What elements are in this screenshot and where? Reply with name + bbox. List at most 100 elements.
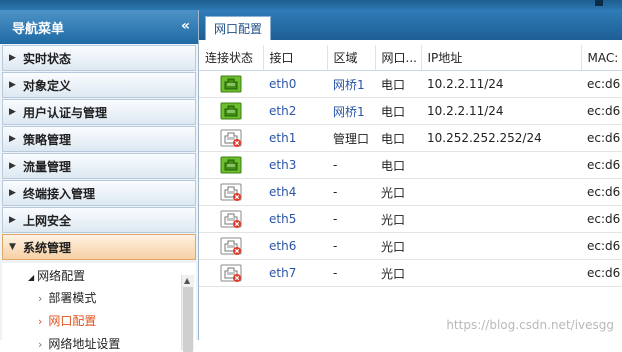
- status-cell: [199, 151, 263, 179]
- sidebar-scrollbar[interactable]: ▲: [181, 275, 194, 352]
- table-row[interactable]: eth5- 光口 ec:d6: [199, 205, 622, 233]
- sidebar-item-2[interactable]: ▶ 用户认证与管理: [2, 99, 196, 125]
- table-body: eth0 网桥1 电口 10.2.2.11/24 ec:d6 eth2 网桥1 电口 10.2.…: [199, 70, 622, 287]
- interface-link[interactable]: eth0: [263, 70, 327, 98]
- interface-link[interactable]: eth4: [263, 178, 327, 206]
- port-type-cell: 光口: [375, 232, 421, 260]
- ip-address-cell: [421, 205, 581, 233]
- main-panel: 网口配置 连接状态 接口 区域 网口... IP地址 MAC: eth0 网桥1 电口 10.2…: [199, 10, 622, 340]
- chevron-right-icon: ▶: [9, 215, 16, 225]
- sidebar-item-7[interactable]: ▼ 系统管理: [2, 234, 196, 260]
- submenu-item-2[interactable]: › 网络地址设置: [38, 335, 120, 352]
- interface-link[interactable]: eth7: [263, 259, 327, 287]
- chevron-right-icon: ▶: [9, 134, 16, 144]
- tab-port-config[interactable]: 网口配置: [205, 16, 272, 40]
- port-type-cell: 光口: [375, 178, 421, 206]
- sidebar-item-label: 对象定义: [23, 78, 72, 93]
- column-header-3[interactable]: 网口...: [375, 45, 422, 71]
- sidebar-item-5[interactable]: ▶ 终端接入管理: [2, 180, 196, 206]
- submenu-parent-label: 网络配置: [37, 269, 86, 283]
- zone-cell: -: [327, 178, 375, 206]
- chevron-right-icon: ›: [38, 315, 43, 328]
- ip-address-cell: [421, 259, 581, 287]
- status-cell: [199, 232, 263, 260]
- submenu: ◢ 网络配置 › 部署模式 › 网口配置 › 网络地址设置: [2, 263, 196, 351]
- status-cell: [199, 178, 263, 206]
- sidebar-item-6[interactable]: ▶ 上网安全: [2, 207, 196, 233]
- interface-link[interactable]: eth3: [263, 151, 327, 179]
- sidebar-item-1[interactable]: ▶ 对象定义: [2, 72, 196, 98]
- interface-link[interactable]: eth2: [263, 97, 327, 125]
- sidebar-item-4[interactable]: ▶ 流量管理: [2, 153, 196, 179]
- sidebar-item-label: 用户认证与管理: [23, 105, 108, 120]
- chevron-right-icon: ▶: [9, 107, 16, 117]
- sidebar-item-0[interactable]: ▶ 实时状态: [2, 45, 196, 71]
- expanded-triangle-icon: ◢: [28, 273, 35, 282]
- ip-address-cell: [421, 151, 581, 179]
- table-row[interactable]: eth1 管理口 电口 10.252.252.252/24 ec:d6: [199, 124, 622, 152]
- submenu-network-config[interactable]: ◢ 网络配置: [28, 267, 85, 284]
- ip-address-cell: 10.2.2.11/24: [421, 97, 581, 125]
- scrollbar-thumb[interactable]: [183, 287, 193, 352]
- mac-address-cell: ec:d6: [581, 259, 622, 287]
- column-header-0[interactable]: 连接状态: [199, 45, 264, 71]
- table-header-row: 连接状态 接口 区域 网口... IP地址 MAC:: [199, 45, 622, 71]
- mac-address-cell: ec:d6: [581, 205, 622, 233]
- sidebar-item-label: 终端接入管理: [23, 186, 96, 201]
- mac-address-cell: ec:d6: [581, 70, 622, 98]
- port-type-cell: 光口: [375, 205, 421, 233]
- table-row[interactable]: eth6- 光口 ec:d6: [199, 232, 622, 260]
- status-cell: [199, 70, 263, 98]
- port-type-cell: 电口: [375, 151, 421, 179]
- interface-link[interactable]: eth1: [263, 124, 327, 152]
- submenu-item-label: 网口配置: [48, 314, 97, 328]
- ethernet-port-connected-icon: [220, 156, 242, 174]
- sidebar-item-label: 策略管理: [23, 132, 72, 147]
- zone-cell: -: [327, 259, 375, 287]
- scroll-up-arrow-icon[interactable]: ▲: [184, 276, 190, 285]
- column-header-4[interactable]: IP地址: [421, 45, 582, 71]
- ethernet-port-connected-icon: [220, 75, 242, 93]
- ethernet-port-disconnected-icon: [220, 183, 242, 201]
- interface-link[interactable]: eth6: [263, 232, 327, 260]
- interface-link[interactable]: eth5: [263, 205, 327, 233]
- status-cell: [199, 259, 263, 287]
- ip-address-cell: [421, 178, 581, 206]
- chevron-right-icon: ▶: [9, 80, 16, 90]
- column-header-2[interactable]: 区域: [327, 45, 376, 71]
- status-cell: [199, 205, 263, 233]
- mac-address-cell: ec:d6: [581, 232, 622, 260]
- zone-link[interactable]: 网桥1: [327, 97, 375, 125]
- ethernet-port-disconnected-icon: [220, 129, 242, 147]
- zone-cell: -: [327, 232, 375, 260]
- column-header-5[interactable]: MAC:: [581, 45, 622, 71]
- chevron-right-icon: ▶: [9, 188, 16, 198]
- sidebar-item-label: 上网安全: [23, 213, 72, 228]
- sidebar-item-label: 系统管理: [23, 240, 72, 255]
- collapse-sidebar-icon[interactable]: «: [181, 18, 190, 34]
- submenu-item-0[interactable]: › 部署模式: [38, 289, 96, 306]
- status-cell: [199, 97, 263, 125]
- chevron-down-icon: ▼: [9, 242, 16, 252]
- table-row[interactable]: eth4- 光口 ec:d6: [199, 178, 622, 206]
- port-type-cell: 电口: [375, 70, 421, 98]
- table-row[interactable]: eth3- 电口 ec:d6: [199, 151, 622, 179]
- port-type-cell: 电口: [375, 97, 421, 125]
- submenu-item-label: 网络地址设置: [48, 337, 121, 351]
- column-header-1[interactable]: 接口: [263, 45, 328, 71]
- zone-cell: 管理口: [327, 124, 375, 152]
- sidebar-menu: ▶ 实时状态 ▶ 对象定义 ▶ 用户认证与管理 ▶ 策略管理 ▶ 流量管理 ▶ 终端接入管理 ▶ 上网安全…: [0, 44, 198, 260]
- submenu-item-label: 部署模式: [48, 291, 97, 305]
- sidebar-item-3[interactable]: ▶ 策略管理: [2, 126, 196, 152]
- submenu-item-1[interactable]: › 网口配置: [38, 312, 96, 329]
- ip-address-cell: 10.2.2.11/24: [421, 70, 581, 98]
- table-row[interactable]: eth0 网桥1 电口 10.2.2.11/24 ec:d6: [199, 70, 622, 98]
- mac-address-cell: ec:d6: [581, 178, 622, 206]
- mac-address-cell: ec:d6: [581, 97, 622, 125]
- zone-link[interactable]: 网桥1: [327, 70, 375, 98]
- table-row[interactable]: eth7- 光口 ec:d6: [199, 259, 622, 287]
- table-row[interactable]: eth2 网桥1 电口 10.2.2.11/24 ec:d6: [199, 97, 622, 125]
- port-type-cell: 电口: [375, 124, 421, 152]
- window-corner: [595, 0, 603, 6]
- watermark: https://blog.csdn.net/ivesgg: [446, 318, 614, 332]
